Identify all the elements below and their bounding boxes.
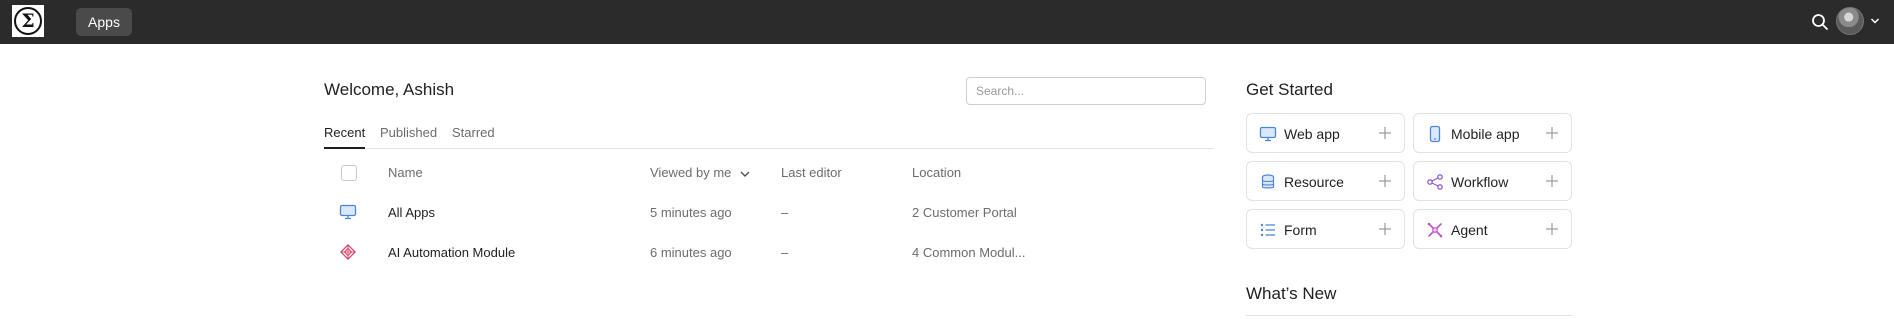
chevron-down-icon — [740, 171, 750, 177]
create-form-card[interactable]: Form — [1246, 209, 1405, 249]
row-location[interactable]: 2 Customer Portal — [912, 205, 1017, 220]
card-label: Web app — [1284, 126, 1340, 142]
monitor-icon — [339, 204, 357, 220]
create-workflow-card[interactable]: Workflow — [1413, 161, 1572, 201]
get-started-title: Get Started — [1246, 80, 1333, 99]
card-label: Mobile app — [1451, 126, 1520, 142]
divider — [1246, 315, 1572, 316]
row-name[interactable]: All Apps — [388, 205, 435, 220]
create-resource-card[interactable]: Resource — [1246, 161, 1405, 201]
plus-icon[interactable] — [1378, 222, 1392, 236]
search-icon[interactable] — [1810, 12, 1830, 32]
create-mobile-app-card[interactable]: Mobile app — [1413, 113, 1572, 153]
apps-button[interactable]: Apps — [76, 8, 132, 36]
agent-icon — [1427, 222, 1443, 238]
tab-bar: Recent Published Starred — [324, 125, 1214, 149]
plus-icon[interactable] — [1378, 126, 1392, 140]
tab-published[interactable]: Published — [380, 125, 437, 149]
column-header-viewed[interactable]: Viewed by me — [650, 165, 751, 180]
mobile-icon — [1429, 125, 1441, 143]
plus-icon[interactable] — [1545, 126, 1559, 140]
database-icon — [1261, 174, 1275, 189]
monitor-icon — [1259, 126, 1277, 142]
column-header-name[interactable]: Name — [388, 165, 423, 180]
plus-icon[interactable] — [1378, 174, 1392, 188]
list-icon — [1260, 223, 1275, 237]
card-label: Workflow — [1451, 174, 1509, 190]
column-header-editor[interactable]: Last editor — [781, 165, 842, 180]
chevron-down-icon[interactable] — [1869, 15, 1881, 27]
column-header-location[interactable]: Location — [912, 165, 961, 180]
row-viewed: 6 minutes ago — [650, 245, 732, 260]
page-title: Welcome, Ashish — [324, 80, 455, 99]
avatar[interactable] — [1836, 7, 1864, 35]
row-editor: – — [781, 245, 789, 260]
card-label: Agent — [1451, 222, 1488, 238]
workflow-icon — [1427, 174, 1443, 190]
sigma-logo-icon: Σ — [14, 7, 42, 35]
search-input[interactable] — [967, 78, 1205, 104]
column-header-viewed-label: Viewed by me — [650, 165, 732, 180]
create-agent-card[interactable]: Agent — [1413, 209, 1572, 249]
select-all-checkbox[interactable] — [341, 165, 357, 181]
card-label: Form — [1284, 222, 1317, 238]
tab-starred[interactable]: Starred — [452, 125, 495, 149]
row-name[interactable]: AI Automation Module — [388, 245, 515, 260]
search-field[interactable] — [966, 77, 1206, 105]
tab-recent[interactable]: Recent — [324, 125, 366, 149]
row-location[interactable]: 4 Common Modul... — [912, 245, 1025, 260]
create-web-app-card[interactable]: Web app — [1246, 113, 1405, 153]
row-editor: – — [781, 205, 789, 220]
plus-icon[interactable] — [1545, 222, 1559, 236]
plus-icon[interactable] — [1545, 174, 1559, 188]
top-navigation-bar: Σ Apps — [0, 0, 1894, 44]
module-icon — [340, 244, 356, 260]
whats-new-title: What’s New — [1246, 284, 1337, 303]
row-viewed: 5 minutes ago — [650, 205, 732, 220]
logo[interactable]: Σ — [12, 5, 44, 37]
card-label: Resource — [1284, 174, 1344, 190]
